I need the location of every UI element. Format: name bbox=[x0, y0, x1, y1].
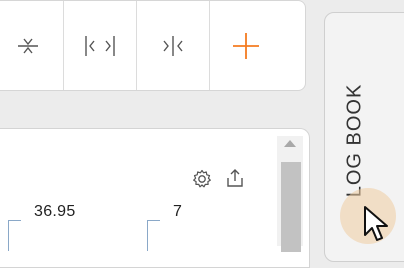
settings-button[interactable] bbox=[191, 168, 213, 190]
crosshair-button[interactable] bbox=[209, 1, 282, 90]
collapse-horizontal-icon bbox=[163, 35, 183, 56]
mouse-pointer-icon bbox=[364, 206, 388, 241]
expand-horizontal-icon bbox=[85, 35, 115, 56]
value-bracket bbox=[147, 220, 160, 251]
value-bracket bbox=[8, 220, 21, 251]
value-label: 36.95 bbox=[34, 203, 76, 220]
expand-horizontal-button[interactable] bbox=[63, 1, 136, 90]
collapse-horizontal-button[interactable] bbox=[136, 1, 209, 90]
value-label: 7 bbox=[173, 203, 183, 220]
log-book-label: LOG BOOK bbox=[343, 83, 366, 197]
toolbar bbox=[0, 0, 306, 91]
scroll-up-arrow-icon[interactable] bbox=[284, 140, 296, 147]
collapse-vertical-button[interactable] bbox=[0, 1, 63, 90]
gear-icon bbox=[193, 169, 211, 188]
share-icon bbox=[227, 169, 243, 187]
share-button[interactable] bbox=[224, 167, 246, 189]
crosshair-icon bbox=[233, 32, 259, 59]
scrollbar-thumb[interactable] bbox=[281, 162, 301, 252]
collapse-vertical-icon bbox=[17, 38, 38, 53]
